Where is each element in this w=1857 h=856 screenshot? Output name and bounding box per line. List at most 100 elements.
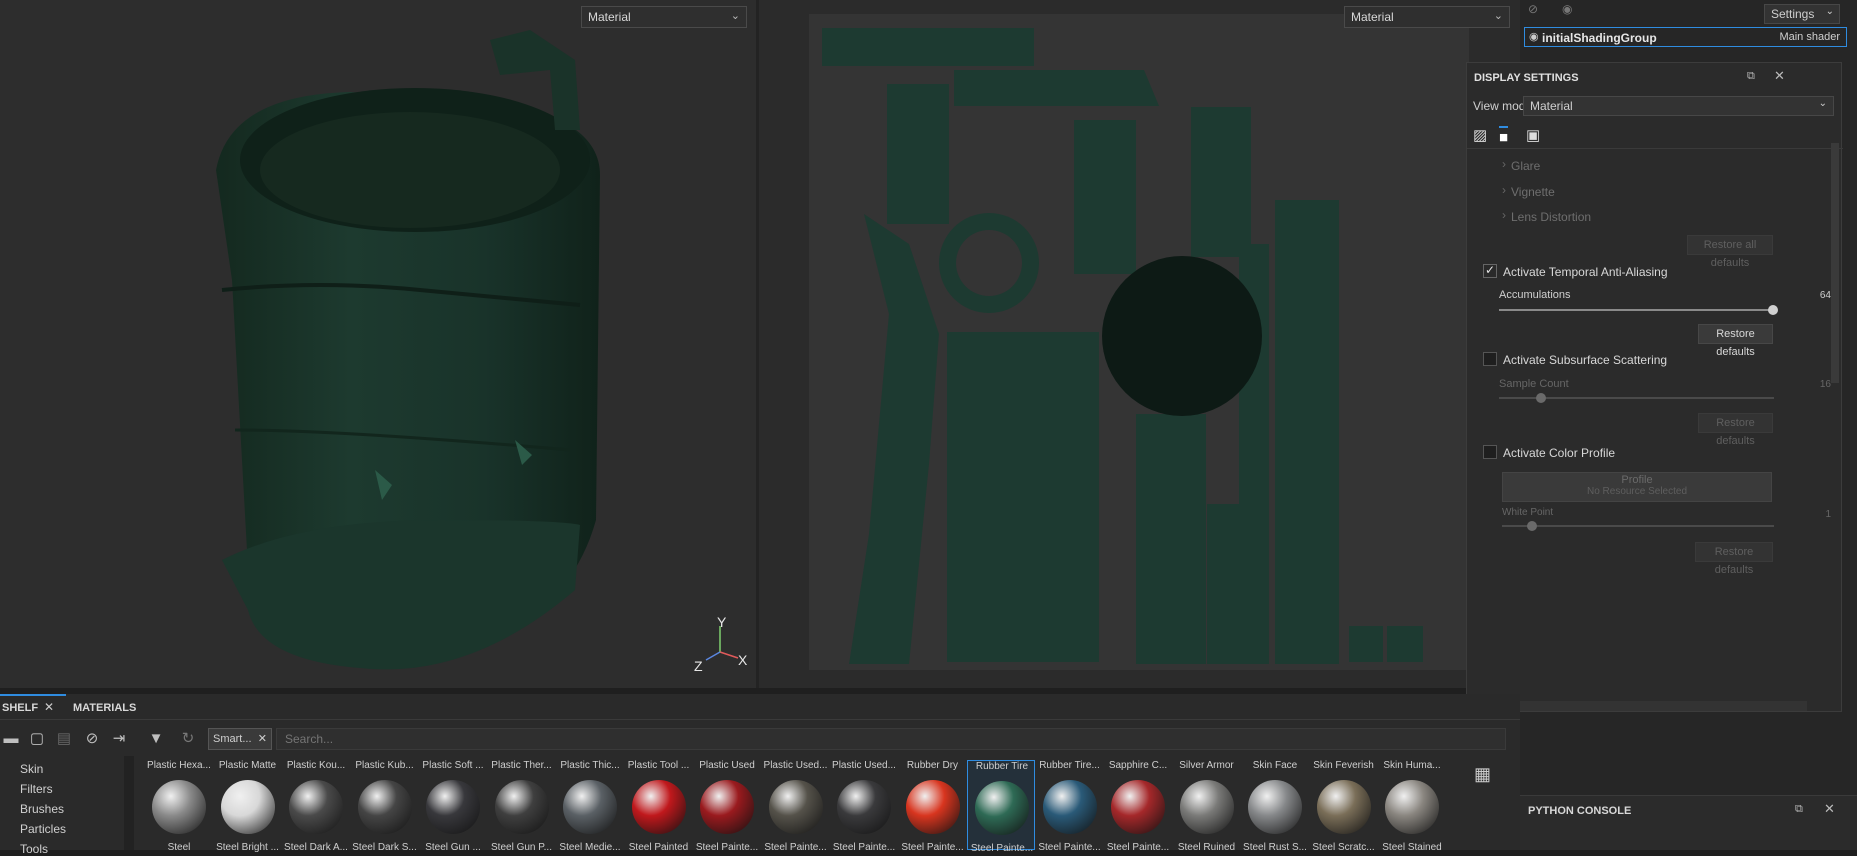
material-thumbnail[interactable]: Plastic Used... Steel Painte... [830, 760, 898, 853]
refresh-icon[interactable]: ↻ [177, 728, 199, 750]
category-skin[interactable]: Skin [20, 762, 43, 776]
filter-chip[interactable]: Smart... ✕ [208, 728, 272, 750]
new-file-icon[interactable]: ▢ [26, 728, 48, 750]
viewport-3d-mode-select[interactable]: Material ⌄ [581, 6, 747, 28]
effect-glare[interactable]: Glare [1511, 159, 1540, 173]
white-point-slider-knob [1527, 521, 1537, 531]
material-thumbnail[interactable]: Plastic Tool ... Steel Painted [625, 760, 693, 853]
close-icon[interactable]: ✕ [44, 700, 54, 714]
python-console-panel: PYTHON CONSOLE ⧉ ✕ [1520, 795, 1857, 850]
settings-label: Settings [1771, 7, 1815, 21]
eye-icon[interactable]: ◉ [1529, 30, 1539, 43]
material-preview-sphere [1179, 780, 1234, 834]
shelf-panel: SHELF ✕ MATERIALS ▬ ▢ ▤ ⊘ ⇥ ▼ ↻ Smart...… [0, 694, 1520, 856]
material-thumbnail[interactable]: Silver Armor Steel Ruined [1173, 760, 1241, 853]
eye-icon[interactable]: ◉ [1562, 2, 1572, 16]
material-thumbnail[interactable]: Skin Face Steel Rust S... [1241, 760, 1309, 853]
category-filters[interactable]: Filters [20, 782, 53, 796]
material-thumbnail[interactable]: Skin Huma... Steel Stained [1378, 760, 1446, 853]
material-thumbnail[interactable]: Plastic Hexa... Steel [145, 760, 213, 853]
layer-name: initialShadingGroup [1542, 31, 1657, 45]
image-icon[interactable]: ▨ [1473, 126, 1487, 144]
taa-restore-defaults-button[interactable]: Restore defaults [1698, 324, 1773, 358]
accumulations-value[interactable]: 64 [1820, 290, 1831, 301]
material-preview-sphere [631, 780, 686, 834]
close-icon[interactable]: ✕ [1824, 801, 1835, 817]
settings-dropdown[interactable]: Settings ⌄ [1764, 4, 1840, 24]
color-profile-checkbox[interactable] [1483, 445, 1497, 459]
category-scrollbar[interactable] [124, 756, 134, 850]
viewport-2d[interactable]: Material ⌄ [759, 0, 1520, 688]
restore-all-defaults-button[interactable]: Restore all defaults [1687, 235, 1773, 269]
material-thumbnail[interactable]: Plastic Thic... Steel Medie... [556, 760, 624, 853]
chevron-down-icon: ⌄ [1825, 6, 1834, 17]
chevron-down-icon: ⌄ [1818, 98, 1827, 109]
material-thumbnail[interactable]: Rubber Dry Steel Painte... [899, 760, 967, 853]
viewport-3d[interactable]: Material ⌄ Y X Z [0, 0, 756, 688]
material-thumbnail[interactable]: Plastic Matte Steel Bright ... [214, 760, 282, 853]
undock-icon[interactable]: ⧉ [1747, 70, 1755, 83]
chevron-right-icon: › [1502, 183, 1506, 197]
material-thumbnail[interactable]: Plastic Used Steel Painte... [693, 760, 761, 853]
fullscreen-icon[interactable]: ▣ [1526, 126, 1540, 144]
color-profile-label: Activate Color Profile [1503, 446, 1616, 460]
material-preview-sphere [700, 780, 754, 834]
camera-icon[interactable]: ■ [1499, 126, 1509, 146]
sss-checkbox[interactable] [1483, 352, 1497, 366]
effect-vignette[interactable]: Vignette [1511, 185, 1555, 199]
save-icon[interactable]: ▤ [53, 728, 75, 750]
layer-row[interactable]: ◉ initialShadingGroup Main shader [1524, 27, 1847, 47]
display-settings-panel: DISPLAY SETTINGS ⧉ ✕ View mode Material ⌄… [1466, 62, 1843, 712]
accumulations-slider[interactable] [1499, 309, 1774, 311]
taa-label: Activate Temporal Anti-Aliasing [1503, 265, 1668, 279]
material-preview-sphere [1111, 780, 1165, 834]
undock-icon[interactable]: ⧉ [1795, 803, 1803, 816]
material-preview-sphere [1042, 780, 1097, 834]
viewport-2d-mode-select[interactable]: Material ⌄ [1344, 6, 1510, 28]
folder-icon[interactable]: ▬ [0, 728, 22, 750]
import-icon[interactable]: ⇥ [108, 728, 130, 750]
material-thumbnail[interactable]: Plastic Soft ... Steel Gun ... [419, 760, 487, 853]
hide-icon[interactable]: ⊘ [81, 728, 103, 750]
tab-shelf[interactable]: SHELF [2, 702, 38, 714]
grid-view-icon[interactable]: ▦ [1474, 764, 1491, 785]
material-thumbnail[interactable]: Sapphire C... Steel Painte... [1104, 760, 1172, 853]
close-icon[interactable]: ✕ [258, 732, 267, 745]
vertical-scrollbar[interactable] [1831, 143, 1839, 383]
white-point-value: 1 [1825, 509, 1831, 520]
material-thumbnail[interactable]: Plastic Kub... Steel Dark S... [351, 760, 419, 853]
view-mode-select[interactable]: Material ⌄ [1523, 96, 1834, 116]
chevron-right-icon: › [1502, 157, 1506, 171]
material-thumbnail[interactable]: Plastic Ther... Steel Gun P... [488, 760, 556, 853]
material-top-label: Rubber Dry [906, 760, 959, 771]
category-tools[interactable]: Tools [20, 842, 48, 856]
material-preview-sphere [289, 780, 343, 834]
material-name-label: Steel Painte... [1038, 842, 1101, 853]
taa-checkbox[interactable] [1483, 263, 1497, 278]
category-brushes[interactable]: Brushes [20, 802, 64, 816]
filter-icon[interactable]: ▼ [145, 728, 167, 750]
category-particles[interactable]: Particles [20, 822, 66, 836]
material-top-label: Plastic Used... [763, 760, 828, 771]
material-top-label: Plastic Thic... [560, 760, 620, 771]
link-icon[interactable]: ⊘ [1528, 2, 1538, 16]
accumulations-slider-knob[interactable] [1768, 305, 1778, 315]
search-input[interactable] [276, 728, 1506, 750]
chevron-right-icon: › [1502, 208, 1506, 222]
material-thumbnail[interactable]: Plastic Used... Steel Painte... [762, 760, 830, 853]
settings-tab-bar: ▨ ■ ▣ [1467, 121, 1843, 149]
profile-resource-button: Profile No Resource Selected [1502, 472, 1772, 502]
material-thumbnail[interactable]: Plastic Kou... Steel Dark A... [282, 760, 350, 853]
material-top-label: Plastic Used... [832, 760, 896, 771]
material-thumbnail[interactable]: Rubber Tire Steel Painte... [967, 760, 1035, 854]
effect-lens-distortion[interactable]: Lens Distortion [1511, 210, 1591, 224]
uv-canvas [809, 14, 1469, 670]
axis-z-label: Z [694, 658, 703, 674]
close-icon[interactable]: ✕ [1774, 68, 1785, 84]
material-preview-sphere [152, 780, 206, 834]
material-thumbnail[interactable]: Skin Feverish Steel Scratc... [1310, 760, 1378, 853]
material-thumbnail[interactable]: Rubber Tire... Steel Painte... [1036, 760, 1104, 853]
tab-materials[interactable]: MATERIALS [73, 702, 136, 714]
material-name-label: Steel Ruined [1177, 842, 1236, 853]
material-top-label: Silver Armor [1179, 760, 1234, 771]
